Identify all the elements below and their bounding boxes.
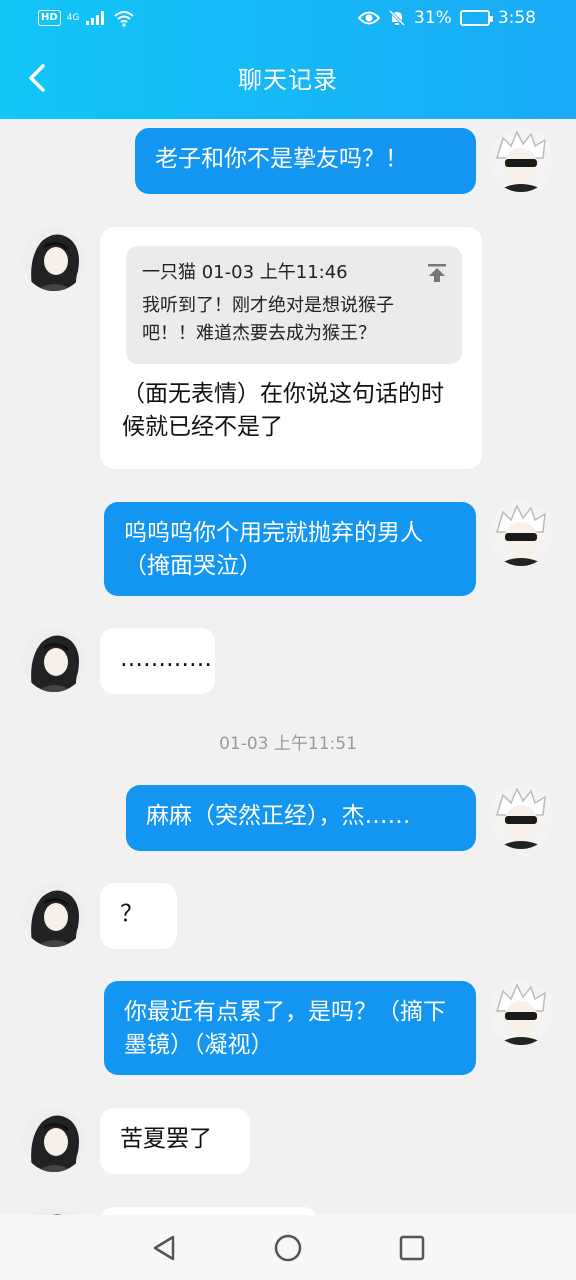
avatar-dark-hair-icon [22, 1108, 86, 1172]
message-bubble-incoming[interactable]: ？ [100, 883, 177, 949]
message-text: 苦夏罢了 [120, 1126, 212, 1152]
system-nav-bar [0, 1215, 576, 1280]
timestamp: 01-03 上午11:51 [219, 734, 357, 754]
my-avatar[interactable] [489, 981, 553, 1045]
avatar-white-hair-icon [489, 128, 553, 192]
quote-header: 一只猫 01-03 上午11:46 [142, 262, 348, 283]
title-bar: 聊天记录 [0, 46, 576, 114]
contact-avatar[interactable] [22, 1108, 86, 1172]
message-bubble-outgoing[interactable]: 你最近有点累了，是吗？（摘下墨镜）（凝视） [104, 981, 476, 1075]
network-label: 4G [66, 13, 80, 23]
nav-home-button[interactable] [271, 1231, 305, 1265]
nav-back-button[interactable] [147, 1231, 181, 1265]
status-bar: HD 4G 31% 3:58 [0, 0, 576, 38]
status-right: 31% 3:58 [358, 8, 536, 28]
quoted-message[interactable]: 一只猫 01-03 上午11:46 我听到了！刚才绝对是想说猴子吧！！难道杰要去… [126, 246, 462, 364]
quote-text: 我听到了！刚才绝对是想说猴子吧！！难道杰要去成为猴王？ [142, 295, 394, 344]
page-title: 聊天记录 [238, 66, 338, 94]
battery-icon [459, 10, 493, 26]
avatar-white-hair-icon [489, 785, 553, 849]
message-text: 麻麻（突然正经），杰…… [146, 803, 411, 829]
my-avatar[interactable] [489, 502, 553, 566]
avatar-dark-hair-icon [22, 227, 86, 291]
message-text: （面无表情）在你说这句话的时候就已经不是了 [122, 381, 444, 440]
avatar-white-hair-icon [489, 981, 553, 1045]
contact-avatar[interactable] [22, 628, 86, 692]
message-text: 呜呜呜你个用完就抛弃的男人（掩面哭泣） [124, 520, 423, 579]
signal-icon [86, 11, 105, 25]
avatar-white-hair-icon [489, 502, 553, 566]
mute-bell-icon [388, 9, 406, 27]
nav-home-icon [274, 1234, 302, 1261]
status-left: HD 4G [38, 9, 135, 27]
message-text: ？ [120, 901, 143, 927]
wifi-icon [114, 11, 135, 27]
my-avatar[interactable] [489, 785, 553, 849]
contact-avatar[interactable] [22, 1207, 86, 1215]
message-text: 你最近有点累了，是吗？（摘下墨镜）（凝视） [124, 999, 446, 1058]
jump-to-top-icon[interactable] [426, 262, 448, 284]
avatar-dark-hair-icon [22, 883, 86, 947]
avatar-dark-hair-icon [22, 628, 86, 692]
message-bubble-outgoing[interactable]: 麻麻（突然正经），杰…… [126, 785, 476, 851]
message-bubble-incoming[interactable]: 苦夏罢了 [100, 1108, 250, 1174]
message-bubble-outgoing[interactable]: 老子和你不是挚友吗？！ [135, 128, 476, 194]
battery-percent: 31% [414, 8, 452, 28]
chat-history[interactable]: 老子和你不是挚友吗？！ 一只猫 01-03 上午11:46 我听到了！刚才绝对是… [0, 119, 576, 1215]
message-bubble-outgoing[interactable]: 呜呜呜你个用完就抛弃的男人（掩面哭泣） [104, 502, 476, 596]
message-bubble-incoming[interactable]: ………… [100, 628, 215, 694]
contact-avatar[interactable] [22, 227, 86, 291]
contact-avatar[interactable] [22, 883, 86, 947]
message-bubble-incoming[interactable]: 一只猫 01-03 上午11:46 我听到了！刚才绝对是想说猴子吧！！难道杰要去… [100, 227, 482, 469]
avatar-dark-hair-icon [22, 1207, 86, 1215]
top-bar: HD 4G 31% 3:58 聊天记录 [0, 0, 576, 119]
my-avatar[interactable] [489, 128, 553, 192]
clock: 3:58 [497, 8, 536, 28]
message-text: ………… [120, 646, 212, 672]
nav-back-icon [153, 1235, 175, 1260]
nav-recents-icon [399, 1235, 425, 1260]
message-text: 老子和你不是挚友吗？！ [155, 146, 408, 172]
hd-badge: HD [38, 10, 61, 26]
eye-icon [358, 11, 381, 25]
nav-recents-button[interactable] [395, 1231, 429, 1265]
message-bubble-incoming[interactable] [100, 1207, 318, 1215]
